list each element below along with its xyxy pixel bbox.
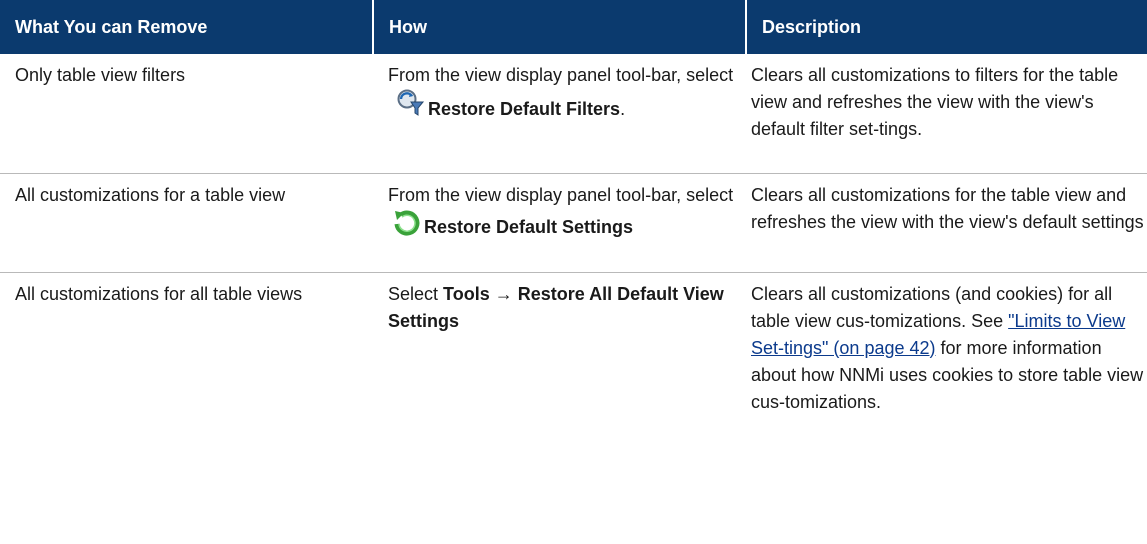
how-suffix: .: [620, 99, 626, 119]
how-cell: From the view display panel tool-bar, se…: [373, 173, 746, 273]
header-description: Description: [746, 0, 1147, 54]
what-cell: Only table view filters: [0, 54, 373, 174]
description-cell: Clears all customizations for the table …: [746, 173, 1147, 273]
how-action: Restore Default Filters: [428, 99, 621, 119]
how-action: Restore Default Settings: [424, 216, 634, 237]
header-how: How: [373, 0, 747, 54]
header-what-you-can-remove: What You can Remove: [0, 0, 374, 54]
how-text: Select: [388, 283, 439, 304]
menu-restore-all: Restore All Default View Settings: [388, 283, 724, 331]
menu-arrow: →: [494, 283, 513, 304]
description-cell: Clears all customizations (and cookies) …: [746, 272, 1147, 544]
how-cell: Select Tools → Restore All Default View …: [373, 272, 746, 544]
how-text: From the view display panel tool-bar, se…: [388, 65, 734, 85]
how-text: From the view display panel tool-bar, se…: [388, 184, 734, 205]
description-cell: Clears all customizations to filters for…: [746, 54, 1147, 174]
what-cell: All customizations for a table view: [0, 173, 373, 273]
remove-customizations-table: What You can Remove How Description Only…: [0, 0, 1147, 544]
what-cell: All customizations for all table views: [15, 283, 303, 304]
menu-tools: Tools: [443, 283, 490, 304]
table-row: All customizations for a table view From…: [0, 173, 1147, 273]
table-row: All customizations for all table views S…: [0, 272, 1147, 544]
header-row: What You can Remove How Description: [0, 0, 1147, 54]
restore-filters-icon: [392, 89, 426, 127]
restore-settings-icon: [392, 209, 422, 245]
table-row: Only table view filters From the view di…: [0, 54, 1147, 174]
how-cell: From the view display panel tool-bar, se…: [373, 54, 746, 174]
